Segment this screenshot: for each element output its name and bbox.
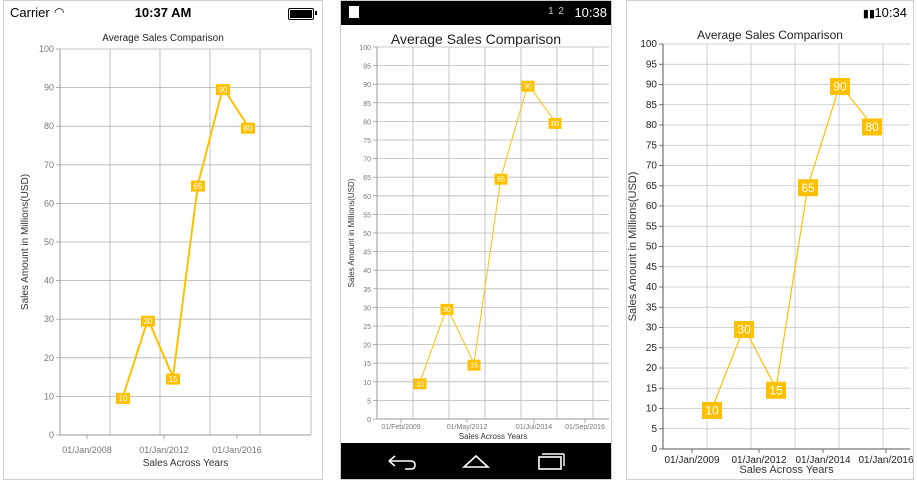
x-tick-label: 01/Jan/2016 bbox=[858, 455, 913, 466]
data-label: 15 bbox=[470, 363, 478, 370]
y-tick-label: 90 bbox=[363, 82, 371, 89]
data-label: 65 bbox=[497, 177, 505, 184]
y-tick-label: 20 bbox=[44, 353, 54, 363]
x-axis-title: Sales Across Years bbox=[459, 432, 527, 441]
y-tick-label: 55 bbox=[646, 221, 658, 232]
y-tick-label: 55 bbox=[363, 212, 371, 219]
y-tick-label: 45 bbox=[646, 262, 658, 273]
data-label: 80 bbox=[865, 120, 879, 134]
x-axis-title: Sales Across Years bbox=[143, 458, 229, 469]
y-axis-title: Sales Amount in Millions(USD) bbox=[627, 172, 639, 322]
y-tick-label: 25 bbox=[646, 343, 658, 354]
y-tick-label: 90 bbox=[646, 80, 658, 91]
y-tick-label: 100 bbox=[359, 45, 371, 52]
y-tick-label: 65 bbox=[363, 175, 371, 182]
home-icon[interactable] bbox=[446, 443, 506, 479]
x-tick-label: 01/Jul/2014 bbox=[516, 424, 552, 431]
recent-apps-icon[interactable] bbox=[521, 443, 581, 479]
data-label: 10 bbox=[705, 404, 719, 418]
y-tick-label: 35 bbox=[363, 287, 371, 294]
y-tick-label: 65 bbox=[646, 181, 658, 192]
data-label: 90 bbox=[219, 85, 228, 94]
ios-screen: Carrier ◠ 10:37 AM Average Sales Compari… bbox=[3, 0, 323, 480]
y-tick-label: 70 bbox=[44, 160, 54, 170]
data-label: 30 bbox=[737, 323, 751, 337]
y-tick-label: 30 bbox=[44, 314, 54, 324]
y-tick-label: 10 bbox=[44, 391, 54, 401]
y-tick-label: 70 bbox=[646, 161, 658, 172]
y-tick-label: 50 bbox=[363, 231, 371, 238]
y-tick-label: 20 bbox=[363, 343, 371, 350]
android-line-chart: 0 5 10 15 20 25 30 35 40 45 50 55 60 65 70 75 80 85 90 95 10… bbox=[347, 45, 609, 441]
data-label: 65 bbox=[194, 182, 203, 191]
ios-line-chart: 0 10 20 30 40 50 60 70 80 90 100 01/Jan/2008 01/Jan/… bbox=[20, 44, 312, 469]
y-tick-label: 75 bbox=[363, 138, 371, 145]
y-tick-label: 80 bbox=[363, 119, 371, 126]
android-screen: 1 2 10:38 Average Sales Comparison 0 5 10 1… bbox=[340, 0, 612, 480]
y-axis-title: Sales Amount in Millions(USD) bbox=[20, 174, 31, 310]
y-tick-label: 80 bbox=[646, 120, 658, 131]
y-tick-label: 20 bbox=[646, 363, 658, 374]
android-nav-bar bbox=[341, 443, 611, 479]
windows-screen: ▮▮ 10:34 Average Sales Comparison 0 5 10 15… bbox=[626, 0, 914, 480]
y-tick-label: 100 bbox=[39, 44, 54, 54]
y-tick-label: 0 bbox=[651, 444, 657, 455]
y-tick-label: 85 bbox=[363, 101, 371, 108]
y-tick-label: 40 bbox=[44, 276, 54, 286]
y-tick-label: 50 bbox=[646, 242, 658, 253]
x-tick-label: 01/Feb/2009 bbox=[381, 424, 420, 431]
y-tick-label: 85 bbox=[646, 100, 658, 111]
back-icon[interactable] bbox=[371, 443, 431, 479]
y-tick-label: 5 bbox=[651, 424, 657, 435]
y-tick-label: 40 bbox=[646, 282, 658, 293]
data-label: 90 bbox=[524, 84, 532, 91]
y-tick-label: 100 bbox=[640, 39, 657, 50]
y-tick-label: 95 bbox=[363, 64, 371, 71]
data-label: 10 bbox=[416, 381, 424, 388]
x-tick-label: 01/Jan/2016 bbox=[212, 445, 262, 455]
windows-line-chart: 0 5 10 15 20 25 30 35 40 45 50 55 60 65 70 75 80 85 90 95 10… bbox=[627, 39, 913, 476]
y-tick-label: 35 bbox=[646, 302, 658, 313]
x-tick-label: 01/Jan/2012 bbox=[139, 445, 189, 455]
y-tick-label: 60 bbox=[646, 201, 658, 212]
x-tick-label: 01/May/2012 bbox=[447, 424, 488, 431]
y-tick-label: 75 bbox=[646, 140, 658, 151]
data-label: 90 bbox=[833, 80, 847, 94]
y-tick-label: 10 bbox=[363, 380, 371, 387]
data-label: 15 bbox=[769, 383, 783, 397]
y-tick-label: 70 bbox=[363, 157, 371, 164]
y-tick-label: 0 bbox=[49, 430, 54, 440]
x-tick-label: 01/Jan/2009 bbox=[664, 455, 719, 466]
y-tick-label: 15 bbox=[646, 383, 658, 394]
y-tick-label: 50 bbox=[44, 237, 54, 247]
data-label: 80 bbox=[244, 124, 253, 133]
y-tick-label: 0 bbox=[367, 417, 371, 424]
y-tick-label: 5 bbox=[367, 398, 371, 405]
x-tick-label: 01/Sep/2016 bbox=[565, 424, 605, 431]
x-axis-title: Sales Across Years bbox=[739, 464, 834, 476]
y-tick-label: 90 bbox=[44, 83, 54, 93]
y-axis-title: Sales Amount in Millions(USD) bbox=[347, 178, 356, 287]
data-label: 65 bbox=[801, 181, 815, 195]
data-label: 80 bbox=[551, 121, 559, 128]
y-tick-label: 40 bbox=[363, 268, 371, 275]
data-label: 10 bbox=[119, 394, 128, 403]
y-tick-label: 30 bbox=[646, 323, 658, 334]
data-label: 15 bbox=[169, 375, 178, 384]
y-tick-label: 10 bbox=[646, 404, 658, 415]
y-tick-label: 45 bbox=[363, 250, 371, 257]
y-tick-label: 60 bbox=[44, 198, 54, 208]
data-label: 30 bbox=[144, 317, 153, 326]
y-tick-label: 80 bbox=[44, 121, 54, 131]
data-label: 30 bbox=[443, 307, 451, 314]
y-tick-label: 15 bbox=[363, 361, 371, 368]
y-tick-label: 25 bbox=[363, 324, 371, 331]
y-tick-label: 30 bbox=[363, 305, 371, 312]
y-tick-label: 95 bbox=[646, 59, 658, 70]
x-tick-label: 01/Jan/2008 bbox=[62, 445, 112, 455]
y-tick-label: 60 bbox=[363, 194, 371, 201]
